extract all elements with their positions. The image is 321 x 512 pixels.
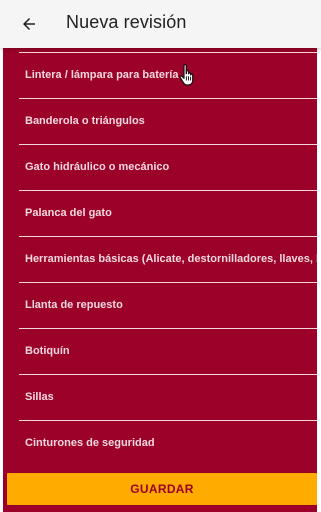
list-item-label: Cinturones de seguridad [25, 437, 155, 449]
list-item-label: Sillas [25, 391, 54, 403]
list-item[interactable]: Sillas [19, 375, 317, 421]
hand-pointer-icon [179, 64, 194, 86]
list-item[interactable]: Cinturones de seguridad [19, 421, 317, 466]
list-item-label: Llanta de repuesto [25, 299, 123, 311]
checklist-panel: Lintera / lámpara para batería Banderola… [3, 48, 317, 512]
list-item-label: Lintera / lámpara para batería [25, 69, 179, 81]
save-button[interactable]: GUARDAR [7, 473, 317, 505]
list-item[interactable]: Herramientas básicas (Alicate, destornil… [19, 237, 317, 283]
list-item[interactable]: Gato hidráulico o mecánico [19, 145, 317, 191]
list-item-label: Botiquín [25, 345, 70, 357]
list-item-label: Banderola o triángulos [25, 115, 145, 127]
list-item-label: Gato hidráulico o mecánico [25, 161, 170, 173]
page-title: Nueva revisión [66, 12, 187, 32]
list-item[interactable]: Botiquín [19, 329, 317, 375]
list-item[interactable]: Banderola o triángulos [19, 99, 317, 145]
back-button[interactable] [14, 9, 44, 39]
list-item-label: Herramientas básicas (Alicate, destornil… [25, 253, 317, 265]
list-item[interactable]: Palanca del gato [19, 191, 317, 237]
list-item-label: Palanca del gato [25, 207, 112, 219]
arrow-back-icon [23, 18, 35, 30]
checklist: Lintera / lámpara para batería Banderola… [19, 52, 317, 466]
list-item[interactable]: Lintera / lámpara para batería [19, 52, 317, 99]
app-bar: Nueva revisión [0, 0, 321, 48]
list-item[interactable]: Llanta de repuesto [19, 283, 317, 329]
